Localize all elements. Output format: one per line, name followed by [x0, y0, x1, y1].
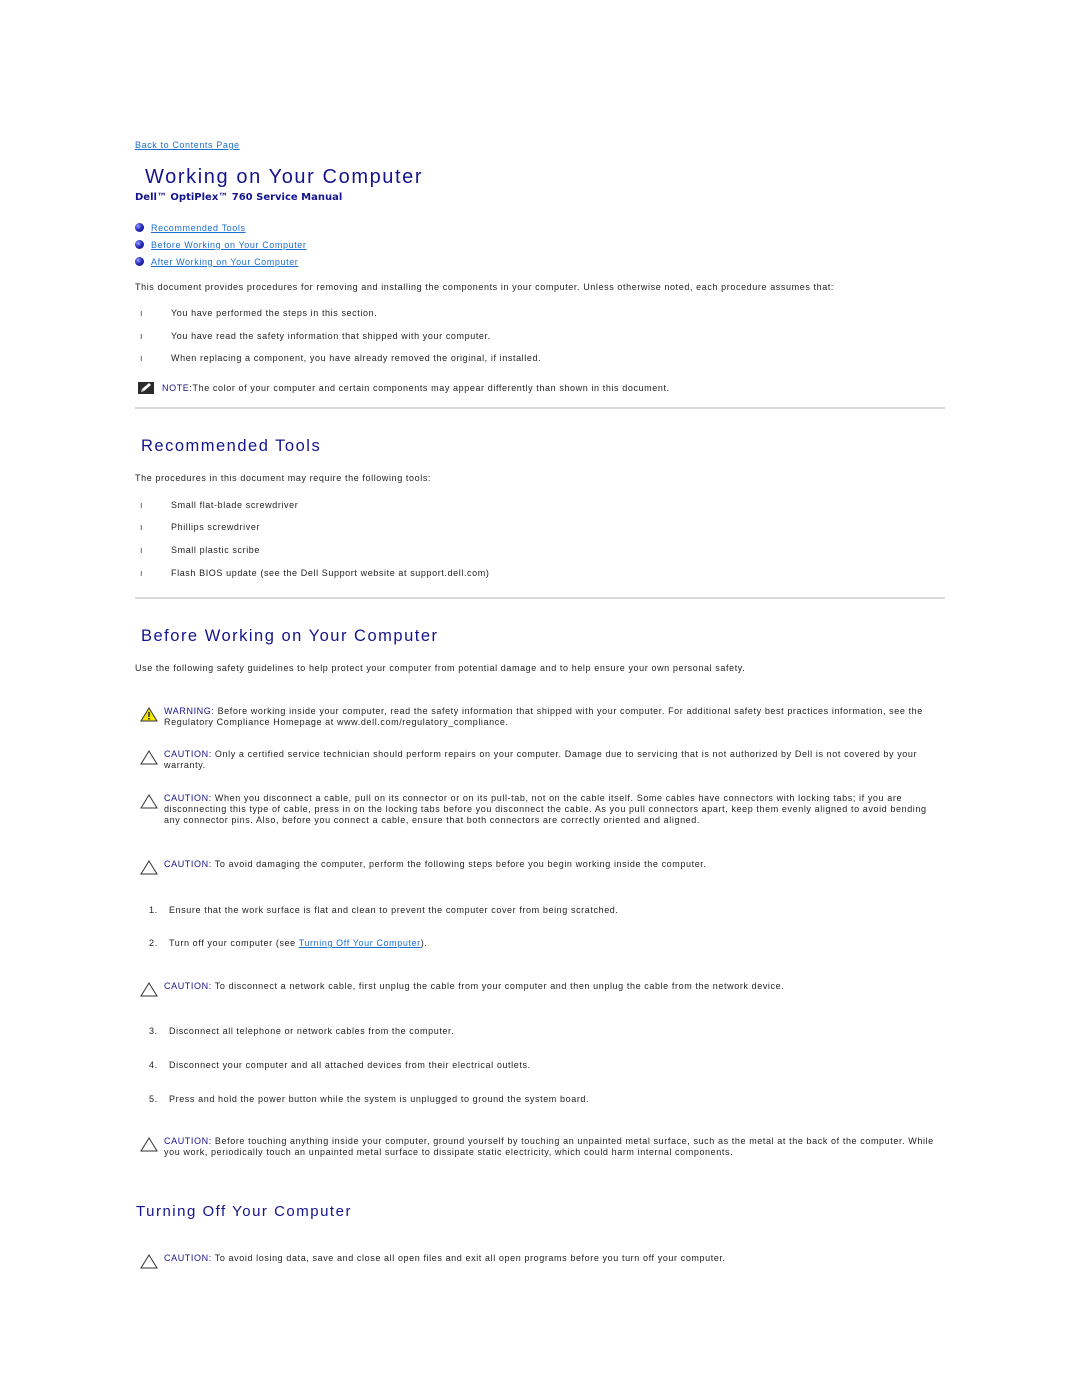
toc-link-after-working[interactable]: After Working on Your Computer [151, 257, 298, 267]
list-bullet: ı [140, 568, 144, 578]
list-item: ı Flash BIOS update (see the Dell Support… [135, 568, 489, 578]
tools-intro: The procedures in this document may requ… [135, 473, 432, 483]
caution-callout: CAUTION: To avoid damaging the computer,… [140, 859, 940, 880]
list-item: ı You have performed the steps in this se… [135, 308, 377, 318]
section-divider [135, 407, 945, 409]
caution-icon [140, 1136, 164, 1158]
caution-callout: CAUTION: Before touching anything inside… [140, 1136, 940, 1158]
caution-icon [140, 793, 164, 827]
list-bullet: ı [140, 522, 144, 532]
toc-link-recommended-tools[interactable]: Recommended Tools [151, 223, 246, 233]
bullet-icon [135, 257, 144, 266]
manual-subtitle: Dell™ OptiPlex™ 760 Service Manual [135, 192, 343, 203]
list-bullet: ı [140, 331, 144, 341]
step-item: 3. Disconnect all telephone or network ca… [149, 1026, 455, 1036]
list-item: ı Phillips screwdriver [135, 522, 260, 532]
caution-callout: CAUTION: Only a certified service techni… [140, 749, 940, 771]
bullet-icon [135, 240, 144, 249]
toc-item: Before Working on Your Computer [135, 236, 307, 253]
list-bullet: ı [140, 353, 144, 363]
list-item: ı Small plastic scribe [135, 545, 260, 555]
caution-callout: CAUTION: When you disconnect a cable, pu… [140, 793, 940, 827]
table-of-contents: Recommended Tools Before Working on Your… [135, 219, 307, 270]
caution-icon [140, 859, 164, 880]
toc-link-before-working[interactable]: Before Working on Your Computer [151, 240, 307, 250]
list-item: ı When replacing a component, you have al… [135, 353, 541, 363]
turning-off-link[interactable]: Turning Off Your Computer [299, 938, 421, 948]
caution-icon [140, 749, 164, 771]
list-item: ı You have read the safety information th… [135, 331, 491, 341]
list-bullet: ı [140, 308, 144, 318]
toc-item: After Working on Your Computer [135, 253, 307, 270]
toc-item: Recommended Tools [135, 219, 307, 236]
before-working-intro: Use the following safety guidelines to h… [135, 663, 746, 673]
section-divider [135, 597, 945, 599]
heading-before-working: Before Working on Your Computer [141, 627, 439, 645]
step-item: 2. Turn off your computer (see Turning Of… [149, 938, 428, 948]
caution-icon [140, 1253, 164, 1274]
heading-recommended-tools: Recommended Tools [141, 437, 322, 455]
warning-callout: WARNING: Before working inside your comp… [140, 706, 940, 728]
caution-callout: CAUTION: To disconnect a network cable, … [140, 981, 940, 1002]
caution-icon [140, 981, 164, 1002]
list-bullet: ı [140, 545, 144, 555]
step-item: 1. Ensure that the work surface is flat a… [149, 905, 619, 915]
note-callout: NOTE: The color of your computer and cer… [138, 382, 670, 394]
step-item: 4. Disconnect your computer and all attac… [149, 1060, 531, 1070]
page-title: Working on Your Computer [145, 166, 424, 188]
step-item: 5. Press and hold the power button while … [149, 1094, 590, 1104]
list-item: ı Small flat-blade screwdriver [135, 500, 298, 510]
note-pencil-icon [138, 382, 154, 394]
bullet-icon [135, 223, 144, 232]
heading-turning-off: Turning Off Your Computer [136, 1203, 352, 1220]
back-to-contents-link[interactable]: Back to Contents Page [135, 140, 240, 150]
warning-icon [140, 706, 164, 728]
caution-callout: CAUTION: To avoid losing data, save and … [140, 1253, 940, 1274]
intro-paragraph: This document provides procedures for re… [135, 282, 835, 292]
list-bullet: ı [140, 500, 144, 510]
